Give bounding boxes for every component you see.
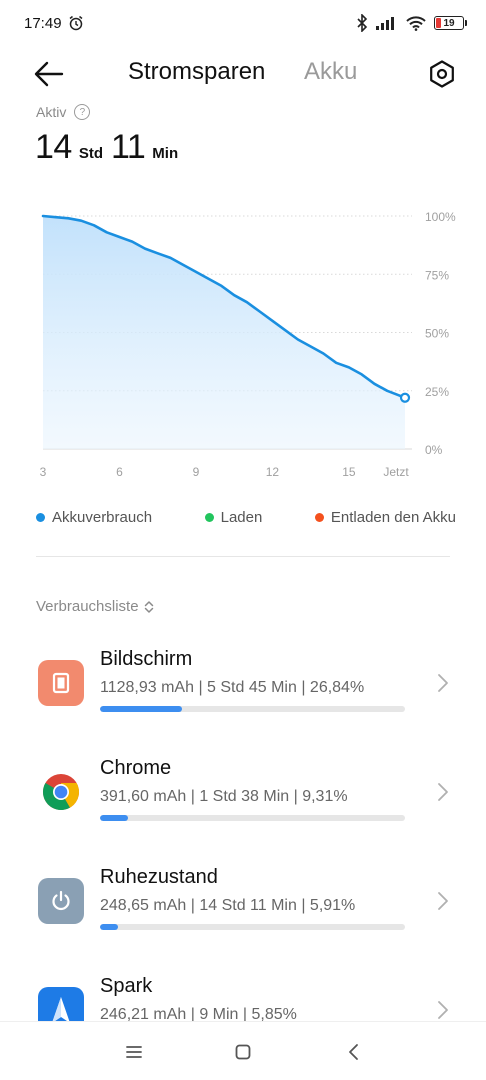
chart-legend: Akkuverbrauch Laden Entladen den Akku xyxy=(36,509,456,526)
chevron-right-icon xyxy=(438,783,448,801)
divider xyxy=(36,556,450,557)
legend-item-entladen: Entladen den Akku xyxy=(314,509,456,526)
usage-progress-fill xyxy=(100,706,182,712)
tab-stromsparen[interactable]: Stromsparen xyxy=(128,58,265,86)
y-tick-label: 25% xyxy=(425,385,449,399)
active-hours-unit: Std xyxy=(78,145,103,162)
x-tick-label: 6 xyxy=(116,465,123,479)
y-tick-label: 0% xyxy=(425,443,443,457)
usage-item-detail: 248,65 mAh | 14 Std 11 Min | 5,91% xyxy=(100,897,356,914)
usage-item-name: Ruhezustand xyxy=(100,866,218,888)
menu-icon[interactable] xyxy=(122,1040,146,1064)
y-tick-label: 75% xyxy=(425,268,449,282)
usage-item-ruhezustand[interactable]: Ruhezustand 248,65 mAh | 14 Std 11 Min |… xyxy=(0,866,486,978)
battery-area xyxy=(43,216,405,449)
usage-list-sort[interactable]: Verbrauchsliste xyxy=(36,598,155,615)
usage-item-detail: 391,60 mAh | 1 Std 38 Min | 9,31% xyxy=(100,788,348,805)
legend-label-entladen: Entladen den Akku xyxy=(330,509,456,526)
wifi-icon xyxy=(406,15,426,31)
battery-chart: 100% 75% 50% 25% 0% 3 6 9 12 15 Jetzt xyxy=(40,210,456,479)
y-tick-label: 100% xyxy=(425,210,456,224)
x-tick-label: 3 xyxy=(40,465,47,479)
help-icon[interactable]: ? xyxy=(74,104,91,120)
y-tick-label: 50% xyxy=(425,327,449,341)
back-arrow-icon[interactable] xyxy=(32,59,66,89)
usage-progress-bar xyxy=(100,924,405,930)
current-point xyxy=(399,392,411,403)
usage-progress-fill xyxy=(100,924,119,930)
battery-icon: 19 xyxy=(434,16,467,30)
usage-item-name: Spark xyxy=(100,975,153,997)
x-tick-label: 15 xyxy=(342,465,356,479)
x-tick-label: Jetzt xyxy=(383,465,409,479)
active-minutes: 11 xyxy=(111,128,146,166)
legend-item-akkuverbrauch: Akkuverbrauch xyxy=(36,509,152,526)
usage-item-bildschirm[interactable]: Bildschirm 1128,93 mAh | 5 Std 45 Min | … xyxy=(0,648,486,760)
usage-progress-bar xyxy=(100,706,405,712)
chevron-right-icon xyxy=(438,674,448,692)
usage-item-detail: 1128,93 mAh | 5 Std 45 Min | 26,84% xyxy=(100,679,365,696)
usage-list-title: Verbrauchsliste xyxy=(36,598,139,615)
app-header: Stromsparen Akku xyxy=(0,50,486,98)
legend-item-laden: Laden xyxy=(204,509,263,526)
active-label: Aktiv ? xyxy=(36,104,91,120)
usage-progress-bar xyxy=(100,815,405,821)
chrome-icon xyxy=(38,769,84,815)
chevron-right-icon xyxy=(438,1001,448,1019)
signal-icon xyxy=(376,17,394,30)
x-tick-label: 9 xyxy=(193,465,200,479)
tab-akku[interactable]: Akku xyxy=(304,58,357,86)
sort-chevrons-icon xyxy=(144,600,153,613)
alarm-icon xyxy=(69,15,83,31)
active-minutes-unit: Min xyxy=(152,145,179,162)
system-navigation-bar xyxy=(0,1021,486,1080)
legend-dot-laden xyxy=(204,513,214,522)
legend-label-laden: Laden xyxy=(220,509,263,526)
active-time: 14 Std 11 Min xyxy=(35,128,186,167)
usage-item-name: Bildschirm xyxy=(100,648,193,670)
status-bar: 17:49 19 xyxy=(0,0,486,46)
bluetooth-icon xyxy=(357,14,368,32)
usage-item-chrome[interactable]: Chrome 391,60 mAh | 1 Std 38 Min | 9,31% xyxy=(0,757,486,869)
usage-progress-fill xyxy=(100,815,129,821)
legend-dot-entladen xyxy=(314,513,324,522)
home-icon[interactable] xyxy=(231,1040,255,1064)
screen-icon xyxy=(38,660,84,706)
chevron-right-icon xyxy=(438,892,448,910)
legend-dot-akkuverbrauch xyxy=(36,513,45,522)
x-tick-label: 12 xyxy=(266,465,280,479)
settings-icon[interactable] xyxy=(426,58,458,90)
usage-item-name: Chrome xyxy=(100,757,172,779)
legend-label-akkuverbrauch: Akkuverbrauch xyxy=(52,509,153,526)
status-time: 17:49 xyxy=(24,14,62,32)
battery-level: 19 xyxy=(443,17,455,29)
battery-level-fill xyxy=(436,18,442,28)
active-hours: 14 xyxy=(35,128,72,166)
active-label-text: Aktiv xyxy=(36,104,67,120)
back-icon[interactable] xyxy=(342,1040,366,1064)
power-icon xyxy=(38,878,84,924)
